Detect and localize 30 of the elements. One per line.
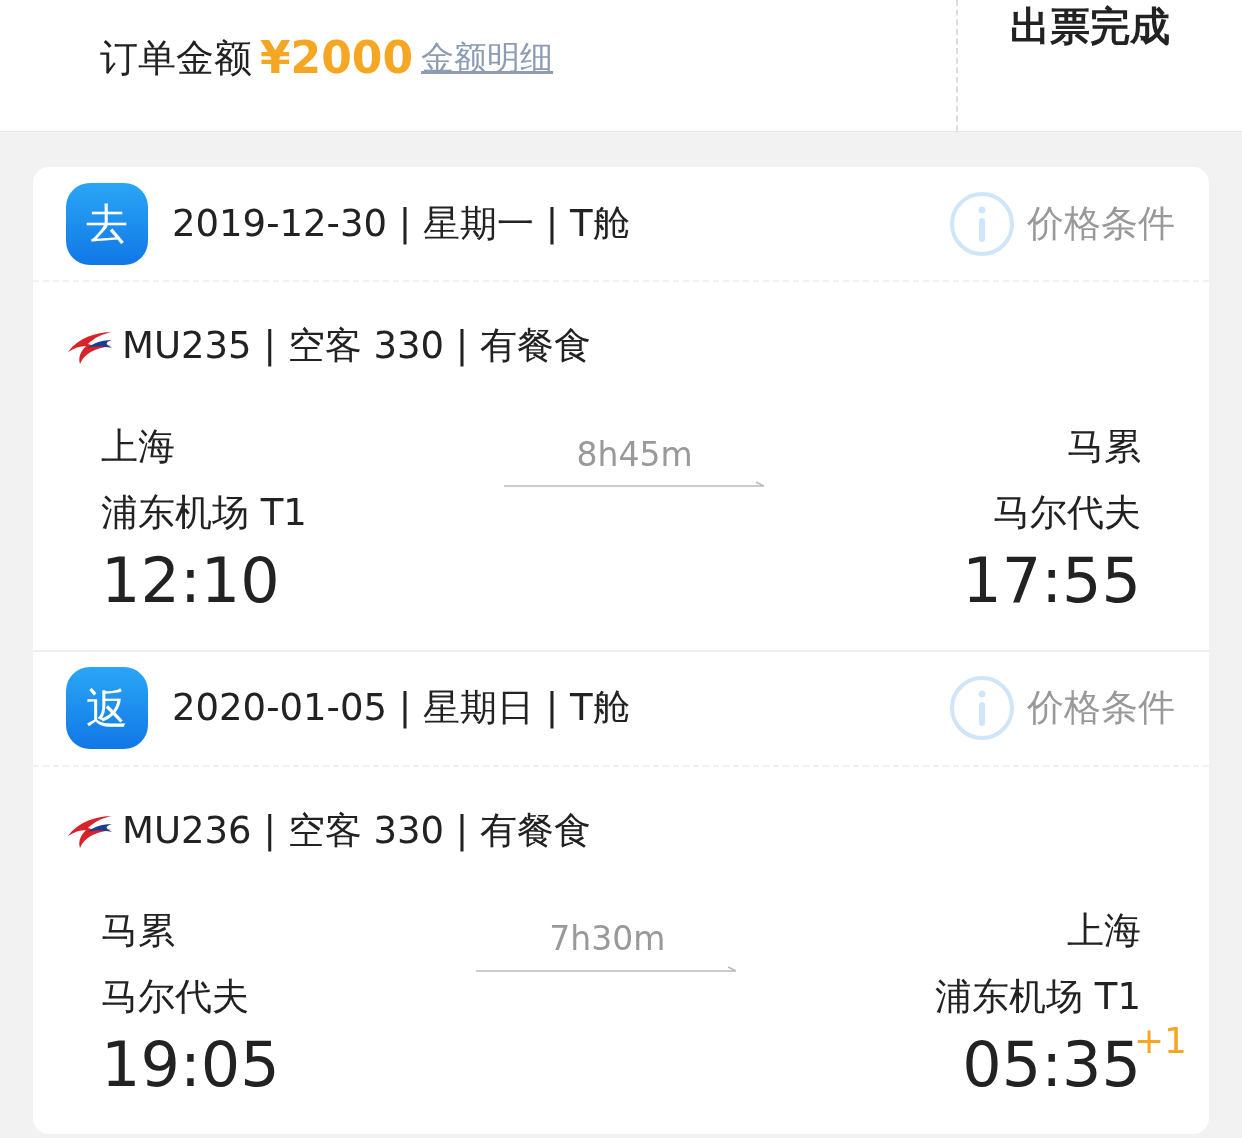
arrival-city: 上海 xyxy=(1067,908,1141,954)
flight-duration: 7h30m xyxy=(549,918,666,960)
flight-duration: 8h45m xyxy=(576,433,693,476)
ticket-status: 出票完成 xyxy=(1010,3,1170,49)
direction-badge: 返 xyxy=(66,667,148,749)
arrow-icon xyxy=(476,963,739,974)
info-icon[interactable] xyxy=(949,190,1015,257)
info-icon[interactable] xyxy=(949,675,1015,741)
arrival-airport: 马尔代夫 xyxy=(993,489,1141,536)
arrival-city: 马累 xyxy=(1067,423,1141,470)
order-amount: ¥2000 xyxy=(260,31,414,85)
date-line: 2019-12-30 | 星期一 | T舱 xyxy=(172,200,630,247)
arrival-time: 17:55 xyxy=(962,543,1141,617)
day-offset: +1 xyxy=(1133,1019,1187,1061)
arrow-icon xyxy=(503,479,766,489)
direction-badge: 去 xyxy=(66,182,148,265)
arrival-airport: 浦东机场 T1 xyxy=(935,974,1141,1020)
departure-time: 12:10 xyxy=(101,545,281,616)
departure-city: 马累 xyxy=(101,908,176,954)
departure-airport: 浦东机场 T1 xyxy=(101,489,307,536)
amount-detail-link[interactable]: 金额明细 xyxy=(421,33,554,83)
departure-airport: 马尔代夫 xyxy=(101,974,250,1020)
departure-time: 19:05 xyxy=(101,1030,280,1100)
flight-info: MU235 | 空客 330 | 有餐食 xyxy=(122,323,591,369)
price-rules-link[interactable]: 价格条件 xyxy=(1027,680,1175,736)
flight-info: MU236 | 空客 330 | 有餐食 xyxy=(122,807,591,854)
departure-city: 上海 xyxy=(101,423,176,470)
date-line: 2020-01-05 | 星期日 | T舱 xyxy=(172,685,630,732)
price-rules-link[interactable]: 价格条件 xyxy=(1027,195,1175,252)
order-amount-label: 订单金额 xyxy=(100,34,252,82)
